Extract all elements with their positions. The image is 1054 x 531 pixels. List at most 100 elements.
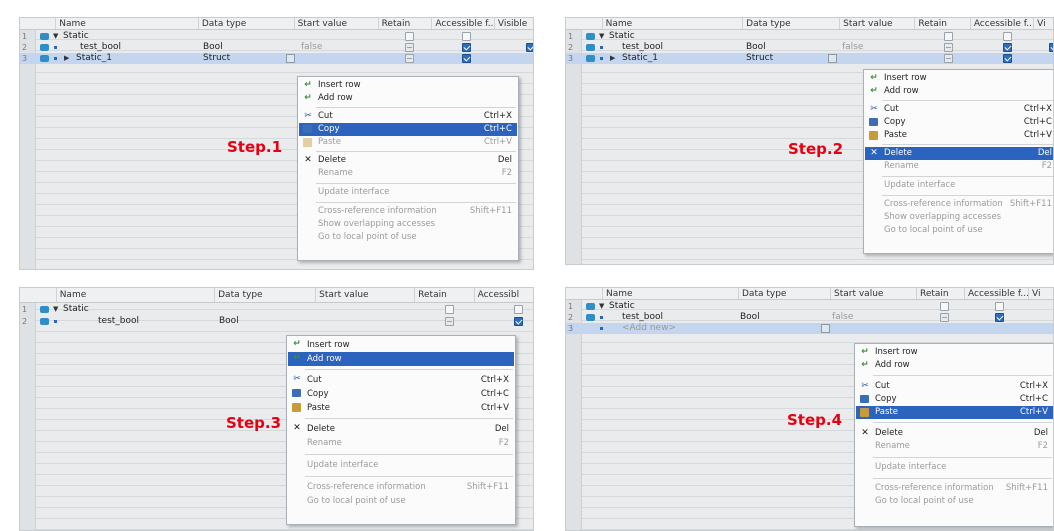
menu-item-delete[interactable]: ✕ Delete Del	[288, 422, 514, 436]
accessible-checkbox[interactable]	[462, 32, 471, 41]
table-row[interactable]: 1 ▼ Static	[566, 301, 1053, 312]
row-name[interactable]: Static_1	[76, 53, 112, 64]
visible-checkbox[interactable]	[1049, 43, 1053, 52]
menu-item-cut[interactable]: ✂ Cut Ctrl+X	[299, 110, 517, 123]
retain-checkbox[interactable]	[944, 32, 953, 41]
retain-checkbox[interactable]	[944, 54, 953, 63]
expand-arrow-icon[interactable]: ▶	[64, 53, 69, 64]
type-dropdown-icon[interactable]	[286, 54, 295, 63]
col-start-value[interactable]: Start value	[315, 288, 414, 302]
row-name[interactable]: test_bool	[98, 316, 139, 327]
menu-item-go-to-local[interactable]: Go to local point of use	[865, 224, 1053, 237]
table-row[interactable]: 1 ▼ Static	[20, 31, 533, 42]
col-accessible[interactable]: Accessible f...	[431, 18, 494, 29]
col-name[interactable]: Name	[55, 288, 214, 302]
menu-item-rename[interactable]: Rename F2	[288, 436, 514, 450]
menu-item-paste[interactable]: Paste Ctrl+V	[865, 129, 1053, 142]
row-data-type[interactable]: Bool	[203, 42, 223, 53]
col-start-value[interactable]: Start value	[830, 288, 916, 299]
menu-item-copy[interactable]: Copy Ctrl+C	[856, 393, 1053, 406]
menu-item-paste[interactable]: Paste Ctrl+V	[288, 401, 514, 415]
col-start-value[interactable]: Start value	[293, 18, 378, 29]
table-row-selected[interactable]: 3 ▶ Static_1 Struct	[566, 53, 1053, 64]
menu-item-cut[interactable]: ✂ Cut Ctrl+X	[865, 103, 1053, 116]
retain-checkbox[interactable]	[940, 302, 949, 311]
col-visible[interactable]: Vi	[1028, 288, 1053, 299]
row-name[interactable]: test_bool	[622, 42, 663, 53]
menu-item-copy[interactable]: Copy Ctrl+C	[299, 123, 517, 136]
col-retain[interactable]: Retain	[914, 18, 969, 29]
col-retain[interactable]: Retain	[916, 288, 964, 299]
accessible-checkbox[interactable]	[995, 302, 1004, 311]
menu-item-update-interface[interactable]: Update interface	[856, 461, 1053, 474]
collapse-arrow-icon[interactable]: ▼	[53, 304, 58, 315]
row-data-type[interactable]: Struct	[746, 53, 773, 64]
table-row[interactable]: 2 test_bool Bool false	[20, 42, 533, 53]
row-data-type[interactable]: Struct	[203, 53, 230, 64]
type-dropdown-icon[interactable]	[828, 54, 837, 63]
row-name[interactable]: Static	[609, 31, 635, 42]
row-name[interactable]: test_bool	[622, 312, 663, 323]
col-name[interactable]: Name	[602, 288, 738, 299]
menu-item-add-row[interactable]: ↵ Add row	[856, 359, 1053, 372]
table-row[interactable]: 1 ▼ Static	[20, 304, 533, 315]
menu-item-delete[interactable]: ✕ Delete Del	[865, 147, 1053, 160]
menu-item-rename[interactable]: Rename F2	[299, 167, 517, 180]
table-row-selected[interactable]: 3 ▶ Static_1 Struct	[20, 53, 533, 64]
col-retain[interactable]: Retain	[414, 288, 473, 302]
row-name[interactable]: test_bool	[80, 42, 121, 53]
col-retain[interactable]: Retain	[377, 18, 432, 29]
menu-item-cross-reference[interactable]: Cross-reference information Shift+F11	[288, 480, 514, 494]
accessible-checkbox[interactable]	[514, 317, 523, 326]
col-data-type[interactable]: Data type	[738, 288, 830, 299]
expand-arrow-icon[interactable]: ▶	[610, 53, 615, 64]
menu-item-cross-reference[interactable]: Cross-reference information Shift+F11	[299, 205, 517, 218]
menu-item-cross-reference[interactable]: Cross-reference information Shift+F11	[856, 482, 1053, 495]
retain-checkbox[interactable]	[445, 317, 454, 326]
col-visible[interactable]: Vi	[1033, 18, 1053, 29]
menu-item-go-to-local[interactable]: Go to local point of use	[856, 495, 1053, 508]
row-name[interactable]: Static	[63, 31, 89, 42]
retain-checkbox[interactable]	[940, 313, 949, 322]
col-accessible[interactable]: Accessible f...	[969, 18, 1033, 29]
collapse-arrow-icon[interactable]: ▼	[599, 301, 604, 312]
retain-checkbox[interactable]	[405, 43, 414, 52]
menu-item-cut[interactable]: ✂ Cut Ctrl+X	[856, 380, 1053, 393]
accessible-checkbox[interactable]	[1003, 32, 1012, 41]
retain-checkbox[interactable]	[405, 54, 414, 63]
row-name[interactable]: Static_1	[622, 53, 658, 64]
table-row[interactable]: 2 test_bool Bool	[20, 316, 533, 327]
accessible-checkbox[interactable]	[462, 54, 471, 63]
menu-item-update-interface[interactable]: Update interface	[865, 179, 1053, 192]
col-name[interactable]: Name	[601, 18, 743, 29]
menu-item-add-row[interactable]: ↵ Add row	[299, 92, 517, 105]
menu-item-show-overlapping[interactable]: Show overlapping accesses	[299, 218, 517, 231]
col-data-type[interactable]: Data type	[742, 18, 839, 29]
row-start-value[interactable]: false	[301, 42, 322, 53]
menu-item-show-overlapping[interactable]: Show overlapping accesses	[865, 211, 1053, 224]
row-start-value[interactable]: false	[832, 312, 853, 323]
menu-item-copy[interactable]: Copy Ctrl+C	[865, 116, 1053, 129]
collapse-arrow-icon[interactable]: ▼	[599, 31, 604, 42]
menu-item-insert-row[interactable]: ↵ Insert row	[288, 338, 514, 352]
type-dropdown-icon[interactable]	[821, 324, 830, 333]
row-name[interactable]: Static	[609, 301, 635, 312]
menu-item-update-interface[interactable]: Update interface	[288, 458, 514, 472]
col-data-type[interactable]: Data type	[214, 288, 315, 302]
menu-item-insert-row[interactable]: ↵ Insert row	[299, 79, 517, 92]
col-accessible[interactable]: Accessible f...	[964, 288, 1028, 299]
menu-item-paste[interactable]: Paste Ctrl+V	[856, 406, 1053, 419]
menu-item-add-row[interactable]: ↵ Add row	[865, 85, 1053, 98]
row-start-value[interactable]: false	[842, 42, 863, 53]
row-data-type[interactable]: Bool	[746, 42, 766, 53]
accessible-checkbox[interactable]	[995, 313, 1004, 322]
accessible-checkbox[interactable]	[462, 43, 471, 52]
collapse-arrow-icon[interactable]: ▼	[53, 31, 58, 42]
col-accessible[interactable]: Accessibl	[473, 288, 533, 302]
table-row[interactable]: 2 test_bool Bool false	[566, 42, 1053, 53]
menu-item-update-interface[interactable]: Update interface	[299, 186, 517, 199]
col-visible[interactable]: Visible	[493, 18, 533, 29]
retain-checkbox[interactable]	[405, 32, 414, 41]
menu-item-rename[interactable]: Rename F2	[865, 160, 1053, 173]
accessible-checkbox[interactable]	[514, 305, 523, 314]
